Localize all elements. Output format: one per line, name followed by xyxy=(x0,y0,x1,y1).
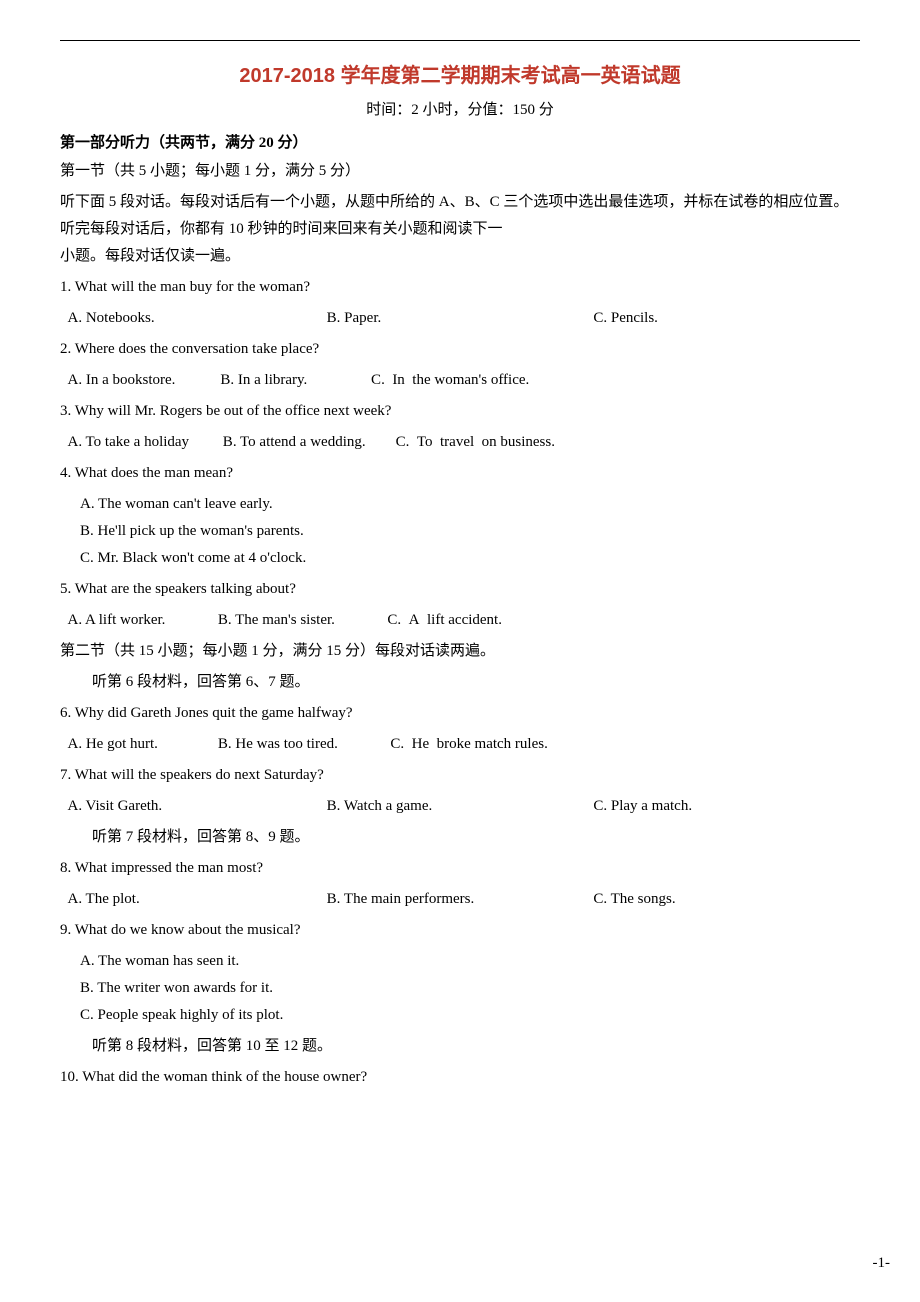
option-9a: A. The woman has seen it. xyxy=(80,948,860,975)
options-4: A. The woman can't leave early. B. He'll… xyxy=(60,491,860,572)
question-2: 2. Where does the conversation take plac… xyxy=(60,336,860,363)
section2-title: 第二节（共 15 小题；每小题 1 分，满分 15 分）每段对话读两遍。 xyxy=(60,638,860,665)
question-6: 6. Why did Gareth Jones quit the game ha… xyxy=(60,700,860,727)
option-1c: C. Pencils. xyxy=(593,305,860,332)
question-5: 5. What are the speakers talking about? xyxy=(60,576,860,603)
option-7a: A. Visit Gareth. xyxy=(60,793,327,820)
listen7-8: 听第 7 段材料，回答第 8、9 题。 xyxy=(60,824,860,851)
options-2: A. In a bookstore. B. In a library. C. I… xyxy=(60,367,860,394)
option-4c: C. Mr. Black won't come at 4 o'clock. xyxy=(80,545,860,572)
section1-desc: 听下面 5 段对话。每段对话后有一个小题，从题中所给的 A、B、C 三个选项中选… xyxy=(60,189,860,270)
options-3: A. To take a holiday B. To attend a wedd… xyxy=(60,429,860,456)
options-9: A. The woman has seen it. B. The writer … xyxy=(60,948,860,1029)
question-10: 10. What did the woman think of the hous… xyxy=(60,1064,860,1091)
option-8c: C. The songs. xyxy=(593,886,860,913)
top-divider xyxy=(60,40,860,41)
option-4b: B. He'll pick up the woman's parents. xyxy=(80,518,860,545)
options-6: A. He got hurt. B. He was too tired. C. … xyxy=(60,731,860,758)
listen8-10: 听第 8 段材料，回答第 10 至 12 题。 xyxy=(60,1033,860,1060)
section1-title: 第一部分听力（共两节，满分 20 分） xyxy=(60,131,860,152)
page-number: -1- xyxy=(873,1255,891,1272)
option-8b: B. The main performers. xyxy=(327,886,594,913)
option-7c: C. Play a match. xyxy=(593,793,860,820)
section1-sub1: 第一节（共 5 小题；每小题 1 分，满分 5 分） xyxy=(60,158,860,185)
option-7b: B. Watch a game. xyxy=(327,793,594,820)
question-9: 9. What do we know about the musical? xyxy=(60,917,860,944)
option-1a: A. Notebooks. xyxy=(60,305,327,332)
option-4a: A. The woman can't leave early. xyxy=(80,491,860,518)
option-1b: B. Paper. xyxy=(327,305,594,332)
option-9b: B. The writer won awards for it. xyxy=(80,975,860,1002)
exam-title: 2017-2018 学年度第二学期期末考试高一英语试题 xyxy=(60,59,860,88)
option-9c: C. People speak highly of its plot. xyxy=(80,1002,860,1029)
question-7: 7. What will the speakers do next Saturd… xyxy=(60,762,860,789)
option-8a: A. The plot. xyxy=(60,886,327,913)
question-4: 4. What does the man mean? xyxy=(60,460,860,487)
options-7: A. Visit Gareth. B. Watch a game. C. Pla… xyxy=(60,793,860,820)
question-8: 8. What impressed the man most? xyxy=(60,855,860,882)
options-5: A. A lift worker. B. The man's sister. C… xyxy=(60,607,860,634)
question-3: 3. Why will Mr. Rogers be out of the off… xyxy=(60,398,860,425)
exam-subtitle: 时间：2 小时，分值：150 分 xyxy=(60,98,860,119)
options-8: A. The plot. B. The main performers. C. … xyxy=(60,886,860,913)
options-1: A. Notebooks. B. Paper. C. Pencils. xyxy=(60,305,860,332)
question-1: 1. What will the man buy for the woman? xyxy=(60,274,860,301)
listen6-7: 听第 6 段材料，回答第 6、7 题。 xyxy=(60,669,860,696)
